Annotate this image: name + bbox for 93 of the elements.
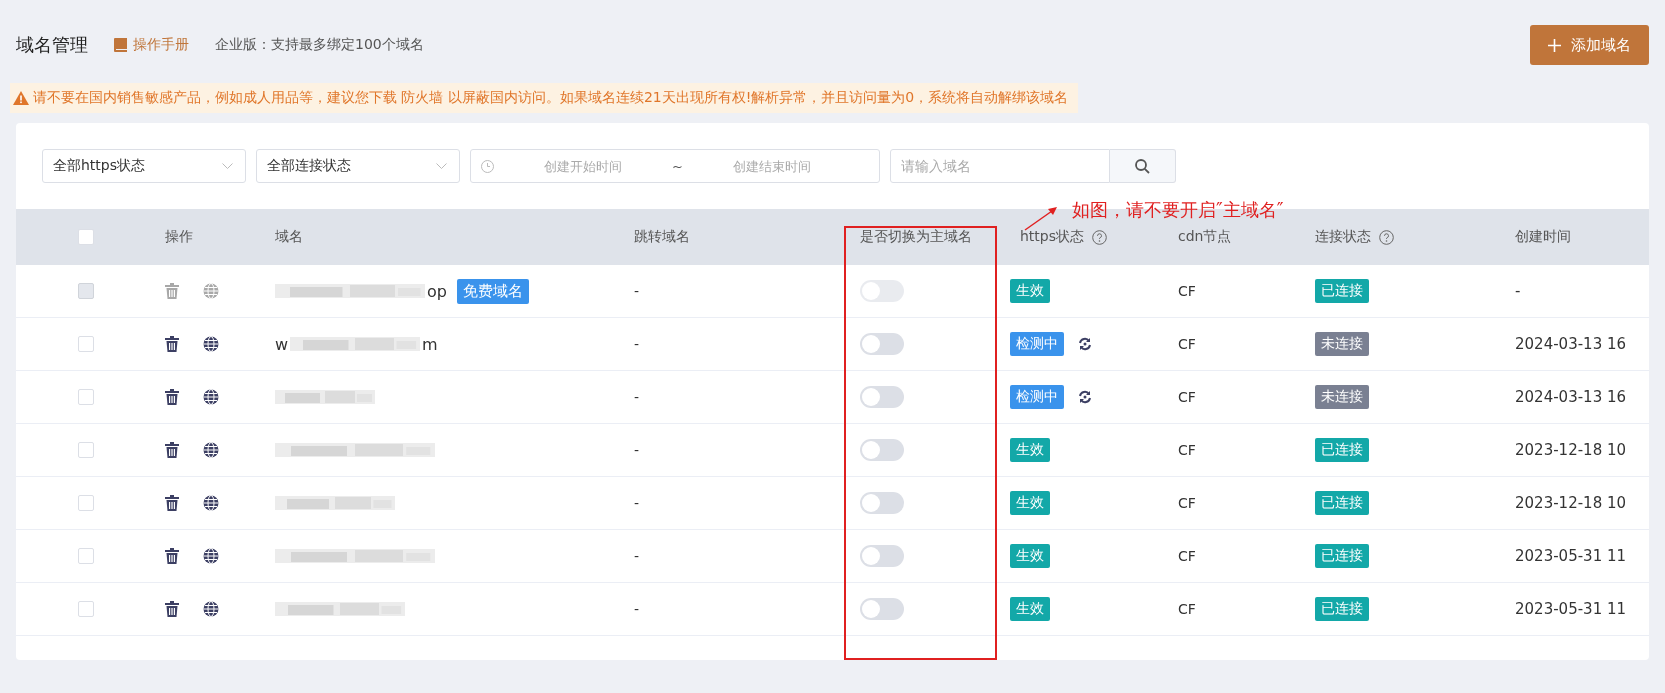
created-time: 2024-03-13 16 bbox=[1515, 335, 1627, 353]
redirect-domain: - bbox=[634, 601, 640, 617]
connection-status-tag: 已连接 bbox=[1315, 544, 1369, 568]
column-header: 跳转域名 bbox=[634, 228, 690, 246]
add-domain-button[interactable]: 添加域名 bbox=[1530, 25, 1649, 65]
trash-icon[interactable] bbox=[165, 336, 179, 352]
https-status-tag: 检测中 bbox=[1010, 332, 1064, 356]
cdn-label: CF bbox=[1178, 495, 1196, 511]
domain-text: op bbox=[427, 281, 447, 301]
warning-icon bbox=[13, 91, 29, 105]
trash-icon[interactable] bbox=[165, 442, 179, 458]
annotation-text: 如图，请不要开启″主域名″ bbox=[1072, 198, 1284, 222]
chevron-down-icon bbox=[222, 162, 233, 170]
https-status-tag: 检测中 bbox=[1010, 385, 1064, 409]
created-time: - bbox=[1515, 282, 1521, 300]
redirect-domain: - bbox=[634, 495, 640, 511]
row-checkbox[interactable] bbox=[77, 495, 94, 511]
row-checkbox[interactable] bbox=[77, 336, 94, 352]
row-checkbox[interactable] bbox=[77, 389, 94, 405]
created-time: 2023-12-18 10 bbox=[1515, 494, 1627, 512]
column-header: 是否切换为主域名 bbox=[860, 228, 972, 246]
clock-icon bbox=[481, 159, 494, 173]
redirect-domain: - bbox=[634, 283, 640, 299]
column-header: 操作 bbox=[165, 228, 193, 246]
connection-status-tag: 未连接 bbox=[1315, 385, 1369, 409]
cdn-label: CF bbox=[1178, 336, 1196, 352]
row-checkbox[interactable] bbox=[77, 442, 94, 458]
cdn-label: CF bbox=[1178, 442, 1196, 458]
https-status-tag: 生效 bbox=[1010, 279, 1050, 303]
plan-note: 企业版：支持最多绑定100个域名 bbox=[215, 36, 424, 54]
chevron-down-icon bbox=[436, 162, 447, 170]
main-domain-switch[interactable] bbox=[860, 492, 904, 514]
domain-text: m bbox=[422, 334, 438, 354]
warning-text: 请不要在国内销售敏感产品，例如成人用品等，建议您下载 防火墙 以屏蔽国内访问。如果域名连续21天出现所有权!解析异常，并且访问量为0，系统将自动解绑该域名 bbox=[33, 89, 1069, 107]
column-header: cdn节点 bbox=[1178, 228, 1232, 246]
globe-icon[interactable] bbox=[203, 336, 219, 352]
domain-search-field[interactable]: 请输入域名 bbox=[890, 149, 1110, 183]
column-header: 域名 bbox=[275, 228, 303, 246]
globe-icon[interactable] bbox=[203, 389, 219, 405]
trash-icon[interactable] bbox=[165, 389, 179, 405]
globe-icon[interactable] bbox=[203, 442, 219, 458]
https-status-select[interactable]: 全部https状态 bbox=[42, 149, 246, 183]
https-status-tag: 生效 bbox=[1010, 491, 1050, 515]
https-status-tag: 生效 bbox=[1010, 438, 1050, 462]
book-icon bbox=[114, 38, 127, 52]
search-button[interactable] bbox=[1110, 149, 1176, 183]
main-domain-switch[interactable] bbox=[860, 439, 904, 461]
globe-icon[interactable] bbox=[203, 601, 219, 617]
column-header: https状态 bbox=[1020, 228, 1085, 246]
main-domain-switch[interactable] bbox=[860, 333, 904, 355]
select-all-checkbox[interactable] bbox=[77, 229, 94, 245]
refresh-icon[interactable] bbox=[1078, 337, 1092, 351]
redirect-domain: - bbox=[634, 336, 640, 352]
connection-status-select[interactable]: 全部连接状态 bbox=[256, 149, 460, 183]
column-header: 连接状态 bbox=[1315, 228, 1371, 246]
date-range-picker[interactable]: 创建开始时间 ~ 创建结束时间 bbox=[470, 149, 880, 183]
created-time: 2023-05-31 11 bbox=[1515, 547, 1627, 565]
annotation-arrow bbox=[1024, 205, 1058, 231]
cdn-label: CF bbox=[1178, 548, 1196, 564]
trash-icon[interactable] bbox=[165, 601, 179, 617]
row-checkbox[interactable] bbox=[77, 601, 94, 617]
globe-icon[interactable] bbox=[203, 495, 219, 511]
main-domain-switch[interactable] bbox=[860, 545, 904, 567]
refresh-icon[interactable] bbox=[1078, 390, 1092, 404]
free-domain-tag: 免费域名 bbox=[456, 278, 529, 304]
redirect-domain: - bbox=[634, 548, 640, 564]
created-time: 2023-12-18 10 bbox=[1515, 441, 1627, 459]
cdn-label: CF bbox=[1178, 389, 1196, 405]
column-header: 创建时间 bbox=[1515, 228, 1571, 246]
created-time: 2023-05-31 11 bbox=[1515, 600, 1627, 618]
connection-status-tag: 未连接 bbox=[1315, 332, 1369, 356]
cdn-label: CF bbox=[1178, 601, 1196, 617]
globe-icon[interactable] bbox=[203, 548, 219, 564]
range-separator: ~ bbox=[672, 158, 683, 174]
main-domain-switch[interactable] bbox=[860, 386, 904, 408]
cdn-label: CF bbox=[1178, 283, 1196, 299]
domain-text: w bbox=[275, 334, 289, 354]
https-status-tag: 生效 bbox=[1010, 597, 1050, 621]
connection-status-tag: 已连接 bbox=[1315, 597, 1369, 621]
search-icon bbox=[1135, 158, 1150, 174]
https-status-tag: 生效 bbox=[1010, 544, 1050, 568]
trash-icon[interactable] bbox=[165, 548, 179, 564]
connection-status-tag: 已连接 bbox=[1315, 438, 1369, 462]
connection-status-tag: 已连接 bbox=[1315, 491, 1369, 515]
page-title: 域名管理 bbox=[16, 33, 88, 57]
connection-status-tag: 已连接 bbox=[1315, 279, 1369, 303]
created-time: 2024-03-13 16 bbox=[1515, 388, 1627, 406]
row-checkbox[interactable] bbox=[77, 548, 94, 564]
plus-icon bbox=[1548, 38, 1561, 52]
main-domain-switch[interactable] bbox=[860, 598, 904, 620]
redirect-domain: - bbox=[634, 389, 640, 405]
trash-icon[interactable] bbox=[165, 495, 179, 511]
redirect-domain: - bbox=[634, 442, 640, 458]
